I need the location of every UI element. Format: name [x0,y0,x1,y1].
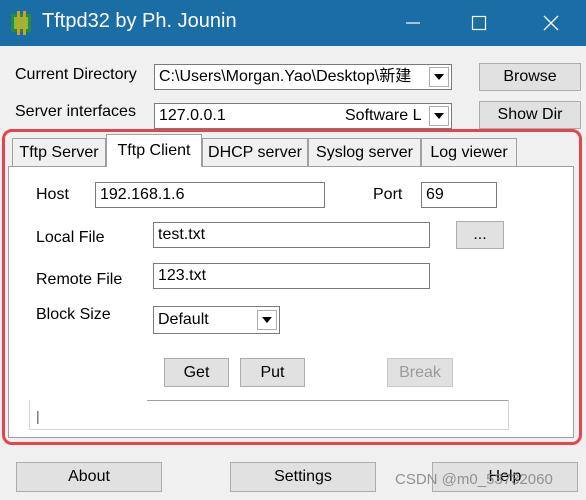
put-button[interactable]: Put [240,358,305,387]
about-button[interactable]: About [16,462,162,492]
server-interfaces-label: Server interfaces [15,103,136,120]
server-interface-desc: Software L [345,107,422,124]
maximize-icon [471,15,487,31]
current-directory-combo[interactable]: C:\Users\Morgan.Yao\Desktop\新建 [154,64,452,90]
host-input[interactable]: 192.168.1.6 [95,182,325,208]
block-size-value: Default [158,311,209,328]
chevron-down-icon[interactable] [429,67,449,87]
server-interface-ip: 127.0.0.1 [159,107,226,124]
tab-log-viewer[interactable]: Log viewer [421,138,517,166]
current-directory-value: C:\Users\Morgan.Yao\Desktop\新建 [159,68,412,85]
current-directory-label: Current Directory [15,66,137,83]
browse-local-file-button[interactable]: ... [456,221,504,249]
local-file-input[interactable]: test.txt [153,222,430,248]
show-dir-button[interactable]: Show Dir [479,101,581,129]
chevron-down-icon[interactable] [257,310,277,330]
block-size-select[interactable]: Default [153,306,280,334]
close-icon [543,15,559,31]
minimize-button[interactable] [380,0,446,46]
remote-file-input[interactable]: 123.txt [153,263,430,289]
tab-tftp-client[interactable]: Tftp Client [106,134,202,167]
close-button[interactable] [516,0,586,46]
minimize-icon [406,22,420,24]
maximize-button[interactable] [446,0,512,46]
chevron-down-icon[interactable] [429,106,449,126]
window-title: Tftpd32 by Ph. Jounin [42,10,237,32]
tab-tftp-server[interactable]: Tftp Server [12,138,106,166]
port-input[interactable]: 69 [421,182,497,208]
watermark: CSDN @m0_53732060 [395,471,553,488]
break-button[interactable]: Break [387,358,453,387]
tab-dhcp-server[interactable]: DHCP server [202,138,308,166]
get-button[interactable]: Get [164,358,229,387]
app-icon [8,10,34,36]
browse-button[interactable]: Browse [479,63,581,91]
server-interfaces-combo[interactable]: 127.0.0.1 Software L [154,103,452,129]
title-bar[interactable]: Tftpd32 by Ph. Jounin [0,0,586,46]
settings-button[interactable]: Settings [230,462,376,492]
tab-syslog-server[interactable]: Syslog server [308,138,421,166]
